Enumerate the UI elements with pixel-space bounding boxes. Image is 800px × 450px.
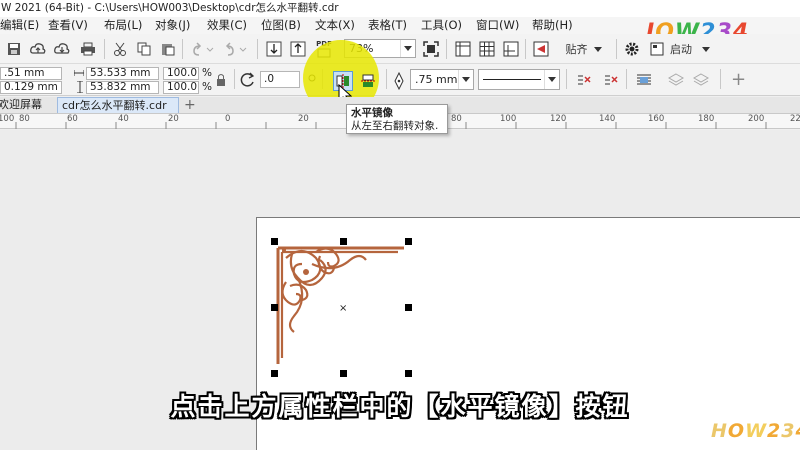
cloud-upload-icon[interactable] (28, 38, 48, 60)
x-position-field[interactable]: .51 mm (0, 67, 62, 80)
save-icon[interactable] (4, 38, 24, 60)
selection-handle-right[interactable] (405, 304, 412, 311)
chevron-down-icon (702, 46, 710, 52)
menu-item-view[interactable]: 查看(V) (48, 17, 88, 34)
selection-handle-bottom-right[interactable] (405, 370, 412, 377)
outline-width-select[interactable]: .75 mm (410, 69, 474, 90)
toolbar-separator (616, 39, 617, 59)
outline-width-value: .75 mm (415, 73, 458, 86)
selection-handle-top[interactable] (340, 238, 347, 245)
toolbar-separator (182, 39, 183, 59)
menu-item-effects[interactable]: 效果(C) (207, 17, 247, 34)
toolbar-separator (257, 39, 258, 59)
launch-label: 启动 (670, 43, 692, 56)
watermark-logo-bottom: HOW234 (711, 420, 800, 442)
tooltip-title: 水平镜像 (351, 107, 393, 119)
chevron-down-icon (400, 40, 414, 57)
snap-off-icon[interactable] (530, 38, 552, 60)
mirror-vertical-icon (361, 74, 375, 87)
selection-handle-top-right[interactable] (405, 238, 412, 245)
center-mark-icon: × (339, 303, 348, 314)
scale-x-field[interactable]: 100.0 (163, 67, 199, 80)
toolbar-separator (104, 39, 105, 59)
scale-y-field[interactable]: 100.0 (163, 81, 199, 94)
scale-x-percent: % (202, 67, 212, 79)
snap-to-label: 贴齐 (565, 43, 588, 56)
propbar-separator (566, 69, 567, 89)
pen-icon[interactable] (392, 71, 406, 93)
menu-item-layout[interactable]: 布局(L) (104, 17, 142, 34)
arrange-icon[interactable] (692, 72, 710, 91)
menu-item-text[interactable]: 文本(X) (315, 17, 355, 34)
no-wrap-text-icon[interactable] (576, 72, 592, 91)
lock-ratio-icon[interactable] (216, 73, 226, 90)
full-screen-icon[interactable] (420, 38, 442, 60)
chevron-down-icon (593, 46, 602, 52)
cut-icon[interactable] (110, 38, 130, 60)
mirror-tooltip: 水平镜像 从左至右翻转对象. (346, 104, 448, 134)
launch-icon (650, 42, 664, 56)
menu-item-window[interactable]: 窗口(W) (476, 17, 519, 34)
gear-icon[interactable] (621, 38, 643, 60)
propbar-separator (626, 69, 627, 89)
toolbar-separator (525, 39, 526, 59)
selection-handle-top-left[interactable] (271, 238, 278, 245)
layers-icon[interactable] (667, 72, 685, 91)
window-title: W 2021 (64-Bit) - C:\Users\HOW003\Deskto… (0, 0, 800, 17)
menu-item-table[interactable]: 表格(T) (368, 17, 407, 34)
import-icon[interactable] (263, 38, 285, 60)
guidelines-icon[interactable] (500, 38, 522, 60)
rulers-icon[interactable] (452, 38, 474, 60)
tutorial-caption: 点击上方属性栏中的【水平镜像】按钮 (170, 392, 630, 421)
tooltip-description: 从左至右翻转对象. (351, 120, 439, 132)
line-style-preview (483, 79, 541, 80)
cloud-download-icon[interactable] (52, 38, 72, 60)
snap-to-dropdown[interactable]: 贴齐 (556, 38, 611, 60)
height-field[interactable]: 53.832 mm (86, 81, 159, 94)
text-wrap-icon[interactable] (636, 72, 652, 91)
height-icon (75, 80, 85, 96)
redo-icon[interactable] (220, 38, 250, 60)
undo-icon[interactable] (187, 38, 217, 60)
launch-dropdown[interactable]: 启动 (650, 38, 725, 60)
selection-handle-left[interactable] (271, 304, 278, 311)
grid-icon[interactable] (476, 38, 498, 60)
menu-item-tools[interactable]: 工具(O) (421, 17, 462, 34)
rotation-field[interactable]: .0 (260, 71, 300, 88)
chevron-down-icon (458, 70, 472, 89)
add-tab-button[interactable]: + (180, 97, 196, 113)
toolbar-separator (446, 39, 447, 59)
add-preset-icon[interactable]: + (731, 71, 746, 89)
selection-handle-bottom-left[interactable] (271, 370, 278, 377)
copy-icon[interactable] (134, 38, 154, 60)
standard-toolbar: PDF 73% 贴齐 启动 (0, 34, 800, 64)
propbar-separator (720, 69, 721, 89)
menu-item-object[interactable]: 对象(J) (155, 17, 190, 34)
print-icon[interactable] (78, 38, 98, 60)
tab-welcome-screen[interactable]: 欢迎屏幕 (0, 97, 42, 113)
mirror-vertical-button[interactable] (358, 71, 378, 91)
menu-item-help[interactable]: 帮助(H) (532, 17, 573, 34)
width-icon (73, 68, 85, 81)
break-apart-icon[interactable] (603, 72, 619, 91)
menu-item-edit[interactable]: 编辑(E) (0, 17, 39, 34)
width-field[interactable]: 53.533 mm (86, 67, 159, 80)
menu-item-bitmaps[interactable]: 位图(B) (261, 17, 301, 34)
propbar-separator (234, 69, 235, 89)
propbar-separator (386, 69, 387, 89)
export-icon[interactable] (287, 38, 309, 60)
y-position-field[interactable]: 0.129 mm (0, 81, 62, 94)
chevron-down-icon (544, 70, 558, 89)
paste-icon[interactable] (158, 38, 178, 60)
selection-handle-bottom[interactable] (340, 370, 347, 377)
rotate-icon (240, 72, 256, 91)
line-style-select[interactable] (478, 69, 560, 90)
scale-y-percent: % (202, 81, 212, 93)
tab-document[interactable]: cdr怎么水平翻转.cdr (57, 97, 179, 113)
